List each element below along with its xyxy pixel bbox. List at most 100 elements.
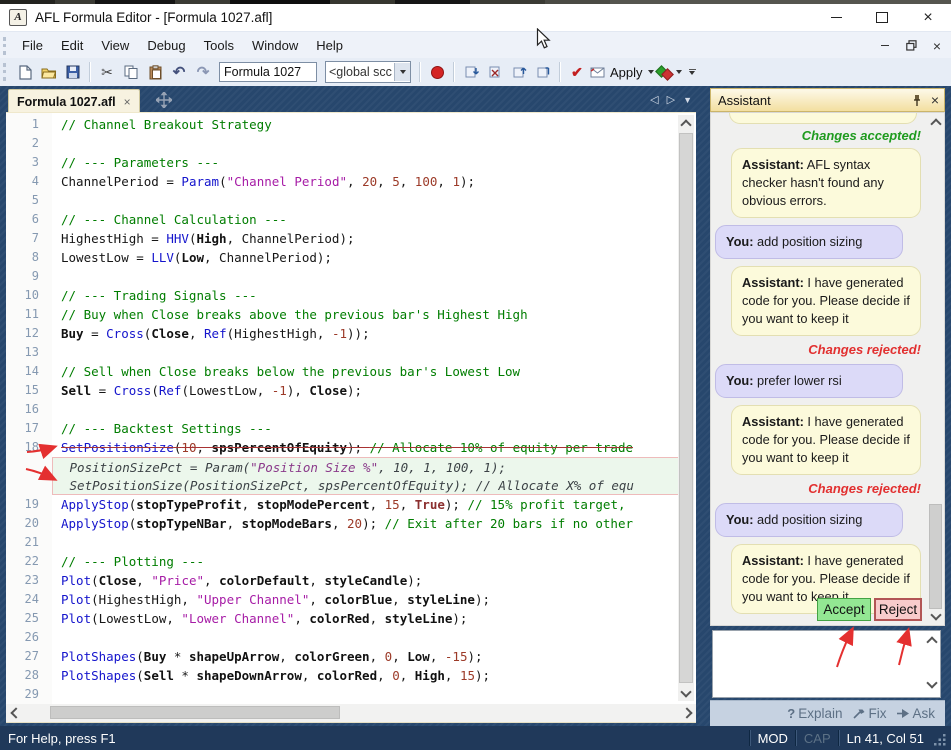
code-line[interactable]: 27PlotShapes(Buy * shapeUpArrow, colorGr…	[6, 647, 678, 666]
menu-item-window[interactable]: Window	[243, 33, 307, 59]
scroll-up-button[interactable]	[678, 115, 694, 131]
cut-button[interactable]: ✂	[96, 61, 118, 83]
inserted-code-line[interactable]: PositionSizePct = Param("Position Size %…	[6, 457, 678, 476]
check-syntax-button[interactable]: ✔	[566, 61, 588, 83]
code-line[interactable]: 4ChannelPeriod = Param("Channel Period",…	[6, 172, 678, 191]
code-line[interactable]: 2	[6, 134, 678, 153]
menu-item-help[interactable]: Help	[307, 33, 352, 59]
code-line[interactable]: 8LowestLow = LLV(Low, ChannelPeriod);	[6, 248, 678, 267]
code-line[interactable]: 22// --- Plotting ---	[6, 552, 678, 571]
paste-button[interactable]	[144, 61, 166, 83]
close-panel-button[interactable]: ×	[926, 91, 944, 109]
inserted-code-line[interactable]: SetPositionSize(PositionSizePct, spsPerc…	[6, 476, 678, 495]
accept-button[interactable]: Accept	[817, 598, 871, 621]
code-editor[interactable]: 1// Channel Breakout Strategy23// --- Pa…	[6, 112, 696, 705]
formula-name-input[interactable]	[219, 62, 317, 82]
scroll-right-button[interactable]	[680, 705, 696, 721]
code-line[interactable]: 10// --- Trading Signals ---	[6, 286, 678, 305]
scroll-up-button[interactable]	[928, 114, 943, 130]
line-number: 3	[6, 153, 52, 172]
scrollbar-thumb[interactable]	[50, 706, 340, 719]
menu-item-file[interactable]: File	[13, 33, 52, 59]
mdi-restore-button[interactable]	[903, 38, 919, 54]
code-line[interactable]: 29	[6, 685, 678, 704]
assistant-message-input[interactable]	[712, 630, 941, 698]
code-line[interactable]: 1// Channel Breakout Strategy	[6, 115, 678, 134]
maximize-button[interactable]	[859, 4, 905, 31]
step-over-button[interactable]	[484, 61, 506, 83]
code-text: // Buy when Close breaks above the previ…	[52, 305, 678, 324]
code-line[interactable]: 3// --- Parameters ---	[6, 153, 678, 172]
code-line[interactable]: 15Sell = Cross(Ref(LowestLow, -1), Close…	[6, 381, 678, 400]
hammer-icon	[852, 708, 865, 720]
app-icon: A	[9, 9, 27, 26]
code-line[interactable]: 24Plot(HighestHigh, "Upper Channel", col…	[6, 590, 678, 609]
close-button[interactable]: ×	[905, 4, 951, 31]
open-file-button[interactable]	[38, 61, 60, 83]
run-to-cursor-button[interactable]	[532, 61, 554, 83]
code-line[interactable]: 12Buy = Cross(Close, Ref(HighestHigh, -1…	[6, 324, 678, 343]
tab-list-dropdown-button[interactable]: ▼	[683, 95, 692, 105]
line-number: 27	[6, 647, 52, 666]
apply-button[interactable]: Apply	[590, 61, 654, 83]
pin-panel-button[interactable]	[908, 91, 926, 109]
save-button[interactable]	[62, 61, 84, 83]
menu-item-debug[interactable]: Debug	[138, 33, 194, 59]
line-number: 29	[6, 685, 52, 704]
code-line[interactable]: 28PlotShapes(Sell * shapeDownArrow, colo…	[6, 666, 678, 685]
copy-button[interactable]	[120, 61, 142, 83]
code-line[interactable]: 21	[6, 533, 678, 552]
mdi-close-button[interactable]: ×	[929, 38, 945, 54]
resize-grip[interactable]	[934, 734, 947, 750]
explain-button[interactable]: ? Explain	[787, 706, 842, 721]
minimize-button[interactable]	[813, 4, 859, 31]
code-line[interactable]: 23Plot(Close, "Price", colorDefault, sty…	[6, 571, 678, 590]
scroll-down-button[interactable]	[928, 608, 943, 624]
step-over-icon	[488, 65, 503, 79]
ask-button[interactable]: Ask	[896, 706, 935, 721]
step-out-button[interactable]	[508, 61, 530, 83]
code-line[interactable]: 7HighestHigh = HHV(High, ChannelPeriod);	[6, 229, 678, 248]
toggle-breakpoint-button[interactable]	[426, 61, 448, 83]
code-line[interactable]: 14// Sell when Close breaks below the pr…	[6, 362, 678, 381]
code-line[interactable]: 13	[6, 343, 678, 362]
scrollbar-thumb[interactable]	[679, 133, 693, 683]
code-line[interactable]: 5	[6, 191, 678, 210]
tab-close-icon[interactable]: ×	[124, 96, 131, 108]
menu-item-tools[interactable]: Tools	[195, 33, 243, 59]
undo-button[interactable]: ↶	[168, 61, 190, 83]
code-line[interactable]: 16	[6, 400, 678, 419]
tab-formula-1027[interactable]: Formula 1027.afl ×	[8, 89, 140, 113]
input-scrollbar[interactable]	[925, 632, 939, 698]
status-bar: For Help, press F1 MOD CAP Ln 41, Col 51	[0, 726, 951, 750]
scroll-down-button[interactable]	[678, 685, 694, 701]
tab-scroll-right-button[interactable]: ▷	[667, 93, 675, 106]
combo-dropdown-button[interactable]	[394, 63, 410, 81]
editor-vertical-scrollbar[interactable]	[678, 115, 694, 701]
code-line[interactable]: 20ApplyStop(stopTypeNBar, stopModeBars, …	[6, 514, 678, 533]
scroll-left-button[interactable]	[6, 705, 22, 721]
reject-button[interactable]: Reject	[874, 598, 922, 621]
menu-item-edit[interactable]: Edit	[52, 33, 92, 59]
mdi-minimize-button[interactable]	[877, 38, 893, 54]
scrollbar-thumb[interactable]	[929, 504, 942, 609]
code-line[interactable]: 19ApplyStop(stopTypeProfit, stopModePerc…	[6, 495, 678, 514]
scope-combobox[interactable]: <global scc	[325, 61, 411, 83]
verify-button[interactable]	[656, 61, 682, 83]
code-line[interactable]: 11// Buy when Close breaks above the pre…	[6, 305, 678, 324]
deleted-code-line[interactable]: 18SetPositionSize(10, spsPercentOfEquity…	[6, 438, 678, 457]
toolbar-overflow-button[interactable]	[689, 69, 696, 75]
step-into-button[interactable]	[460, 61, 482, 83]
new-file-button[interactable]	[14, 61, 36, 83]
menu-item-view[interactable]: View	[92, 33, 138, 59]
chat-scrollbar[interactable]	[928, 114, 943, 624]
code-line[interactable]: 25Plot(LowestLow, "Lower Channel", color…	[6, 609, 678, 628]
code-line[interactable]: 26	[6, 628, 678, 647]
fix-button[interactable]: Fix	[852, 706, 886, 721]
code-line[interactable]: 17// --- Backtest Settings ---	[6, 419, 678, 438]
editor-horizontal-scrollbar[interactable]	[6, 704, 696, 723]
code-line[interactable]: 6// --- Channel Calculation ---	[6, 210, 678, 229]
code-line[interactable]: 9	[6, 267, 678, 286]
tab-scroll-left-button[interactable]: ◁	[650, 93, 658, 106]
redo-button[interactable]: ↷	[192, 61, 214, 83]
